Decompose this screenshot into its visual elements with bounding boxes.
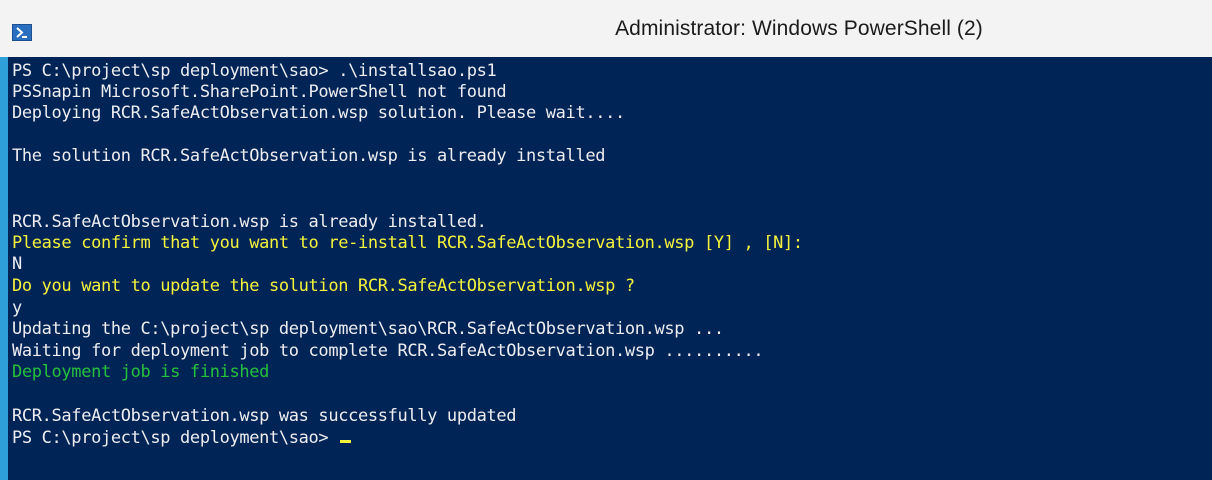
console-line: PS C:\project\sp deployment\sao> .\insta… [12,61,497,81]
console-line: Waiting for deployment job to complete R… [12,341,764,361]
console-line: Updating the C:\project\sp deployment\sa… [12,319,724,339]
window-left-border [0,57,8,480]
console-prompt-line: Please confirm that you want to re-insta… [12,233,803,253]
console-input-line: y [12,298,22,318]
title-bar[interactable]: Administrator: Windows PowerShell (2) [0,0,1212,62]
powershell-window: Administrator: Windows PowerShell (2) PS… [0,0,1212,480]
console-success-line: Deployment job is finished [12,362,270,382]
text-cursor [340,440,352,443]
prompt-text: PS C:\project\sp deployment\sao> [12,428,339,448]
console-line: RCR.SafeActObservation.wsp is already in… [12,212,487,232]
console-prompt-line: Do you want to update the solution RCR.S… [12,276,635,296]
console-prompt[interactable]: PS C:\project\sp deployment\sao> [12,428,352,448]
console-line: Deploying RCR.SafeActObservation.wsp sol… [12,103,625,123]
console-line: RCR.SafeActObservation.wsp was successfu… [12,406,517,426]
console-line: PSSnapin Microsoft.SharePoint.PowerShell… [12,82,507,102]
console-input-line: N [12,254,22,274]
window-title: Administrator: Windows PowerShell (2) [615,17,983,40]
console-line: The solution RCR.SafeActObservation.wsp … [12,146,606,166]
console-output[interactable]: PS C:\project\sp deployment\sao> .\insta… [8,57,1212,480]
